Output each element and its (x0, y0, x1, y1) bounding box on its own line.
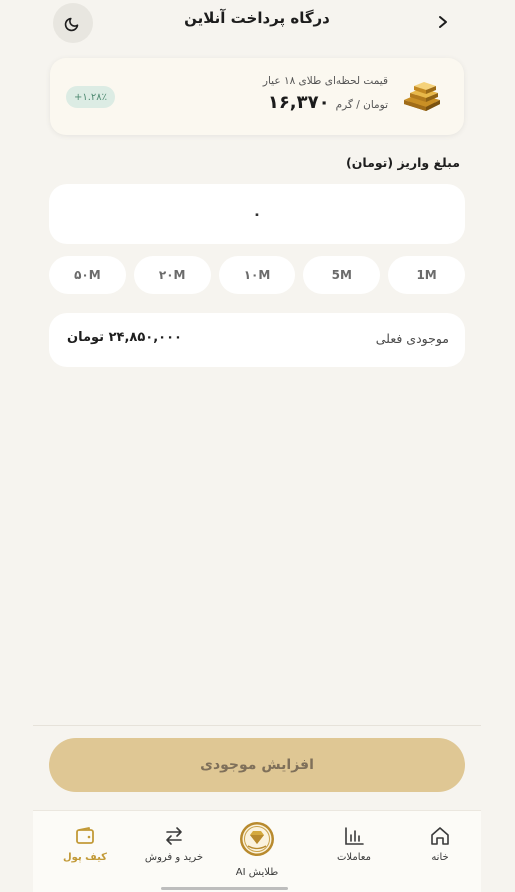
nav-label-buy-sell: خرید و فروش (144, 852, 204, 863)
deposit-amount-input[interactable] (49, 184, 465, 244)
preset-chip-10m[interactable]: ۱۰M (218, 256, 296, 294)
ai-logo-icon (240, 822, 274, 856)
gold-price-row: تومان / گرم ۱۶,۳۷۰ (268, 92, 388, 113)
chart-icon (345, 827, 364, 845)
gold-price-card: قیمت لحظه‌ای طلای ۱۸ عیار تومان / گرم ۱۶… (50, 58, 464, 135)
preset-chip-5m[interactable]: 5M (303, 256, 381, 294)
deposit-amount-label: مبلغ واریز (تومان) (346, 155, 460, 170)
preset-amounts: 1M 5M ۱۰M ۲۰M ۵۰M (49, 256, 465, 294)
gold-bars-icon (404, 82, 440, 111)
nav-label-trades: معاملات (337, 852, 371, 863)
wallet-icon (76, 827, 94, 844)
app-screen: درگاه پرداخت آنلاین قیمت لحظه‌ای طلای ۱۸… (33, 0, 481, 892)
gold-price-label: قیمت لحظه‌ای طلای ۱۸ عیار (262, 75, 388, 87)
nav-label-ai: طلایش AI (235, 867, 279, 878)
current-balance-card: موجودی فعلی ۲۴,۸۵۰,۰۰۰ تومان (49, 313, 465, 367)
balance-value: ۲۴,۸۵۰,۰۰۰ تومان (67, 330, 182, 345)
balance-label: موجودی فعلی (375, 331, 449, 346)
nav-label-home: خانه (431, 852, 449, 863)
divider (33, 725, 481, 726)
nav-item-ai[interactable]: طلایش AI (222, 811, 292, 892)
header: درگاه پرداخت آنلاین (33, 0, 481, 44)
nav-label-wallet: کیف پول (63, 852, 107, 863)
page-title: درگاه پرداخت آنلاین (184, 9, 330, 27)
preset-chip-50m[interactable]: ۵۰M (49, 256, 126, 294)
exchange-icon (166, 827, 182, 845)
price-change-badge: +۱.۲۸٪ (66, 86, 116, 108)
moon-icon (64, 17, 79, 32)
nav-item-home[interactable]: خانه (405, 811, 475, 892)
gold-price-value: ۱۶,۳۷۰ (267, 92, 330, 113)
home-indicator (161, 887, 288, 890)
nav-item-wallet[interactable]: کیف پول (50, 811, 120, 892)
home-icon (431, 827, 449, 845)
nav-item-buy-sell[interactable]: خرید و فروش (139, 811, 209, 892)
theme-toggle-button[interactable] (53, 3, 93, 43)
preset-chip-20m[interactable]: ۲۰M (133, 256, 211, 294)
increase-balance-button[interactable]: افزایش موجودی (49, 738, 465, 792)
bottom-nav: خانه معاملات طلایش AI خرید و فروش کیف پو… (33, 810, 481, 892)
nav-item-trades[interactable]: معاملات (319, 811, 389, 892)
gold-price-unit: تومان / گرم (335, 99, 388, 111)
preset-chip-1m[interactable]: 1M (388, 256, 465, 294)
